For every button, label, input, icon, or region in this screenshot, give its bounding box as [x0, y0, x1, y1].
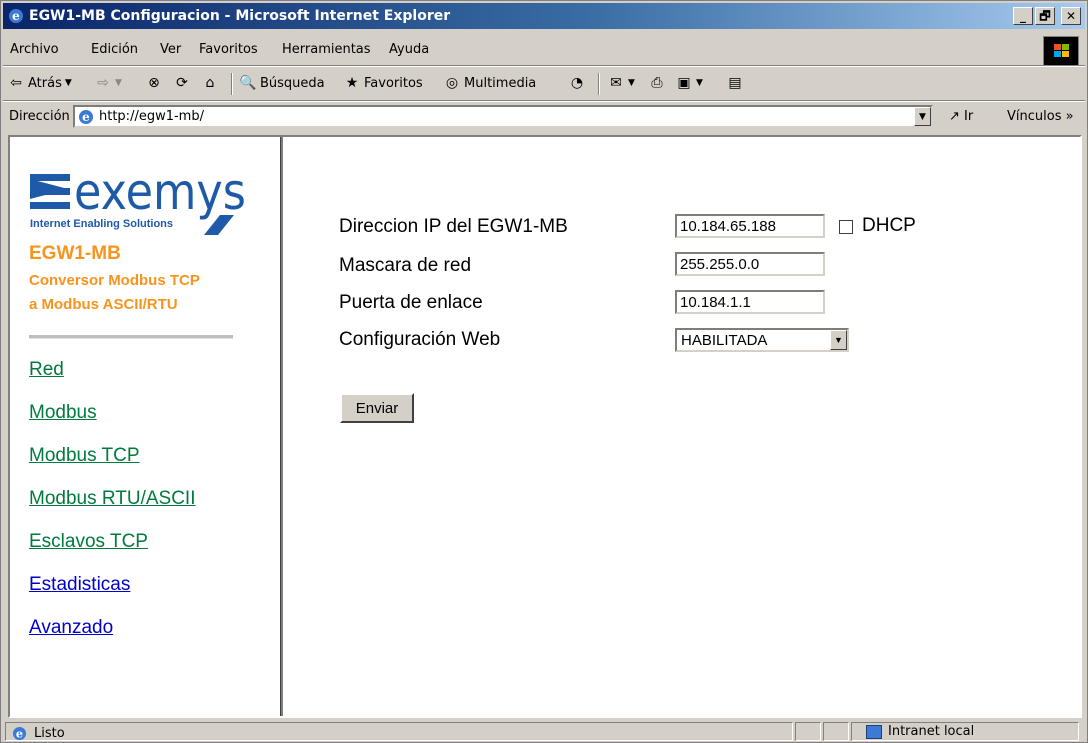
dhcp-label: DHCP [862, 215, 916, 236]
nav-link-modbus[interactable]: Modbus [29, 402, 97, 424]
svg-text:e: e [12, 9, 20, 23]
mail-icon: ✉ [610, 75, 622, 91]
address-url: http://egw1-mb/ [99, 109, 204, 124]
submit-button[interactable]: Enviar [340, 393, 414, 423]
ip-input[interactable]: 10.184.65.188 [675, 214, 825, 238]
gateway-label: Puerta de enlace [339, 292, 483, 313]
favorites-icon: ★ [345, 75, 359, 91]
menu-edicion[interactable]: Edición [91, 42, 138, 57]
media-button[interactable]: ◎ Multimedia [443, 74, 536, 92]
menu-favoritos[interactable]: Favoritos [199, 42, 258, 57]
nav-link-red[interactable]: Red [29, 359, 64, 381]
history-button[interactable]: ◔ [568, 74, 586, 92]
mail-button[interactable]: ✉ ▼ [607, 74, 635, 92]
menu-ver[interactable]: Ver [160, 42, 181, 57]
mask-label: Mascara de red [339, 255, 472, 276]
product-description: Conversor Modbus TCP a Modbus ASCII/RTU [29, 272, 200, 313]
stop-button[interactable]: ⊗ [145, 74, 163, 92]
forward-button[interactable]: ⇨ ▼ [94, 74, 122, 92]
address-dropdown-button[interactable]: ▼ [914, 107, 931, 126]
exemys-logo: exemys Internet Enabling Solutions [30, 163, 246, 235]
refresh-button[interactable]: ⟳ [173, 74, 191, 92]
svg-text:exemys: exemys [74, 163, 246, 221]
links-button[interactable]: Vínculos » [1007, 109, 1074, 124]
menu-bar: Archivo Edición Ver Favoritos Herramient… [3, 39, 1085, 63]
forward-arrow-icon: ⇨ [97, 75, 109, 91]
stop-icon: ⊗ [148, 75, 160, 91]
web-config-select[interactable]: HABILITADA ▼ [675, 328, 849, 352]
back-arrow-icon: ⇦ [10, 75, 22, 91]
home-icon: ⌂ [205, 75, 215, 91]
address-label: Dirección [9, 109, 70, 124]
home-button[interactable]: ⌂ [201, 74, 219, 92]
discuss-button[interactable]: ▤ [726, 74, 744, 92]
title-bar[interactable]: e EGW1-MB Configuracion - Microsoft Inte… [3, 3, 1085, 29]
ip-label: Direccion IP del EGW1-MB [339, 216, 568, 237]
edit-button[interactable]: ▣ ▼ [675, 74, 703, 92]
address-bar: Dirección e http://egw1-mb/ ▼ ↗ Ir Víncu… [3, 102, 1085, 132]
status-text: Listo [34, 726, 65, 741]
discuss-icon: ▤ [728, 75, 742, 91]
edit-icon: ▣ [677, 75, 691, 91]
divider [29, 335, 233, 339]
nav-link-modbus-rtu-ascii[interactable]: Modbus RTU/ASCII [29, 488, 195, 510]
dhcp-checkbox[interactable] [839, 220, 853, 234]
zone-text: Intranet local [888, 724, 975, 739]
go-button[interactable]: ↗ Ir [949, 109, 973, 124]
back-button[interactable]: ⇦ Atrás ▼ [7, 74, 72, 92]
menu-archivo[interactable]: Archivo [10, 42, 59, 57]
chevron-down-icon[interactable]: ▼ [830, 330, 847, 350]
menu-ayuda[interactable]: Ayuda [389, 42, 429, 57]
minimize-button[interactable]: _ [1013, 7, 1033, 25]
divider [3, 65, 1085, 67]
refresh-icon: ⟳ [176, 75, 188, 91]
browser-window: e EGW1-MB Configuracion - Microsoft Inte… [0, 0, 1088, 743]
web-config-value: HABILITADA [681, 332, 768, 349]
svg-text:e: e [16, 726, 23, 740]
status-bar: e Listo Intranet local [3, 721, 1085, 742]
maximize-button[interactable]: 🗗 [1035, 7, 1055, 25]
print-button[interactable]: ⎙ [648, 74, 666, 92]
gateway-input[interactable]: 10.184.1.1 [675, 290, 825, 314]
left-frame: exemys Internet Enabling Solutions EGW1-… [10, 137, 280, 716]
nav-link-esclavos-tcp[interactable]: Esclavos TCP [29, 531, 148, 553]
window-title: EGW1-MB Configuracion - Microsoft Intern… [29, 8, 451, 24]
media-icon: ◎ [445, 75, 459, 91]
favorites-button[interactable]: ★ Favoritos [343, 74, 423, 92]
menu-herramientas[interactable]: Herramientas [282, 42, 371, 57]
nav-link-avanzado[interactable]: Avanzado [29, 617, 113, 639]
ie-page-icon: e [12, 726, 27, 740]
address-input[interactable]: e http://egw1-mb/ ▼ [73, 105, 933, 128]
svg-text:Internet Enabling Solutions: Internet Enabling Solutions [30, 218, 173, 230]
search-icon: 🔍 [239, 75, 257, 91]
intranet-zone-icon [866, 724, 882, 739]
toolbar: ⇦ Atrás ▼ ⇨ ▼ ⊗ ⟳ ⌂ 🔍 Búsqueda ★ Favoritos ◎ M… [3, 69, 1085, 99]
print-icon: ⎙ [651, 75, 663, 91]
search-button[interactable]: 🔍 Búsqueda [239, 74, 324, 92]
page-content: exemys Internet Enabling Solutions EGW1-… [8, 135, 1082, 718]
windows-logo-icon [1043, 36, 1079, 66]
ie-icon: e [9, 9, 23, 23]
web-config-label: Configuración Web [339, 329, 501, 350]
mask-input[interactable]: 255.255.0.0 [675, 252, 825, 276]
nav-link-estadisticas[interactable]: Estadisticas [29, 574, 130, 596]
history-icon: ◔ [570, 75, 584, 91]
product-name: EGW1-MB [29, 243, 121, 264]
svg-text:e: e [82, 110, 90, 124]
config-form: Direccion IP del EGW1-MB 10.184.65.188 D… [283, 137, 1080, 716]
close-button[interactable]: ✕ [1061, 7, 1081, 25]
nav-link-modbus-tcp[interactable]: Modbus TCP [29, 445, 140, 467]
page-icon: e [79, 110, 93, 124]
go-arrow-icon: ↗ [949, 109, 960, 124]
